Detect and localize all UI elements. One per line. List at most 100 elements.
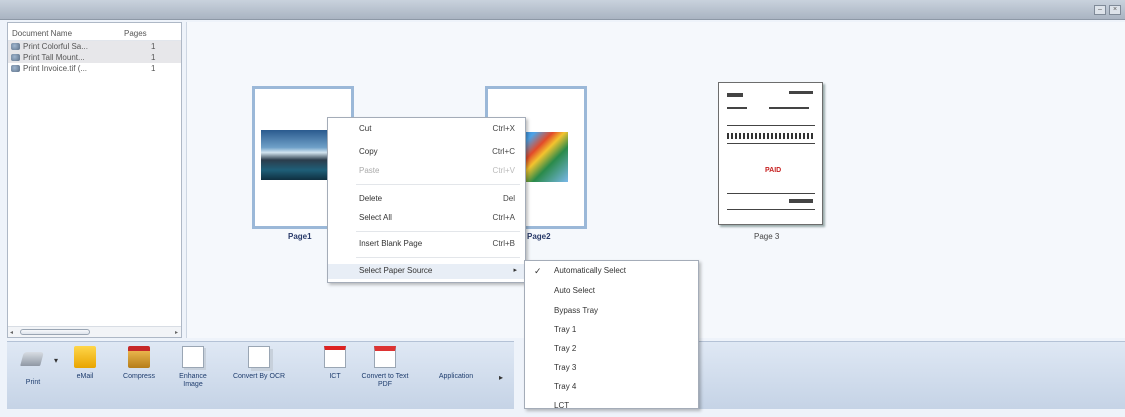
- invoice-rule: [727, 125, 815, 126]
- email-button[interactable]: eMail: [67, 346, 103, 381]
- document-row[interactable]: Print Tall Mount... 1: [8, 52, 181, 63]
- print-dropdown-arrow-icon[interactable]: ▾: [54, 356, 58, 365]
- paper-source-label: Automatically Select: [554, 266, 627, 275]
- ict-icon: [324, 346, 346, 368]
- page-label-1: Page1: [288, 232, 312, 241]
- scroll-right-arrow-icon[interactable]: ▸: [175, 329, 178, 336]
- paper-source-tray-1[interactable]: Tray 1: [525, 325, 698, 341]
- column-header-pages[interactable]: Pages: [124, 23, 147, 40]
- document-pages: 1: [151, 42, 156, 51]
- application-button[interactable]: Application: [427, 373, 485, 381]
- paper-source-automatically-select[interactable]: ✓ Automatically Select: [525, 266, 698, 282]
- page-label-2: Page2: [527, 232, 551, 241]
- page-context-menu: Cut Ctrl+X Copy Ctrl+C Paste Ctrl+V Dele…: [327, 117, 526, 283]
- menu-item-shortcut: Ctrl+C: [492, 147, 515, 156]
- menu-item-label: Select Paper Source: [359, 266, 433, 275]
- enhance-image-button-label: Enhance Image: [179, 373, 207, 388]
- document-pages: 1: [151, 53, 156, 62]
- document-name: Print Invoice.tif (...: [23, 64, 88, 73]
- convert-by-ocr-button[interactable]: Convert By OCR: [229, 346, 289, 381]
- document-list-panel: Document Name Pages Print Colorful Sa...…: [7, 22, 182, 338]
- column-header-document-name[interactable]: Document Name: [8, 23, 124, 40]
- checkmark-icon: ✓: [534, 266, 542, 276]
- menu-item-shortcut: Ctrl+X: [492, 124, 515, 133]
- document-name: Print Tall Mount...: [23, 53, 85, 62]
- invoice-header-line: [789, 91, 813, 94]
- menu-item-label: Delete: [359, 194, 383, 203]
- print-button[interactable]: Print: [13, 346, 53, 387]
- paper-source-submenu: ✓ Automatically Select Auto Select Bypas…: [524, 260, 699, 410]
- invoice-paid-stamp: PAID: [765, 167, 782, 174]
- enhance-image-icon: [182, 346, 204, 368]
- close-button[interactable]: ×: [1109, 5, 1121, 15]
- menu-item-shortcut: Ctrl+V: [492, 166, 515, 175]
- page-label-3: Page 3: [754, 232, 780, 241]
- paper-source-tray-2[interactable]: Tray 2: [525, 344, 698, 360]
- invoice-rule: [727, 143, 815, 144]
- paper-source-label: Tray 1: [554, 325, 577, 334]
- menu-item-select-paper-source[interactable]: Select Paper Source ▸: [328, 264, 525, 279]
- paper-source-lct[interactable]: LCT: [525, 401, 698, 417]
- horizontal-scrollbar[interactable]: ◂ ▸: [8, 326, 181, 337]
- menu-item-shortcut: Del: [502, 194, 515, 203]
- invoice-rule: [727, 209, 815, 210]
- ict-button-label: ICT: [329, 373, 341, 380]
- paper-source-tray-3[interactable]: Tray 3: [525, 363, 698, 379]
- document-list-header: Document Name Pages: [8, 23, 181, 41]
- invoice-text-line: [727, 107, 747, 109]
- menu-separator: [356, 257, 520, 258]
- paper-source-label: Bypass Tray: [554, 306, 599, 315]
- printer-icon: [20, 352, 44, 366]
- menu-item-shortcut: Ctrl+A: [492, 213, 515, 222]
- menu-item-label: Paste: [359, 166, 380, 175]
- window-controls: – ×: [1094, 5, 1121, 15]
- document-icon: [11, 54, 20, 61]
- document-name: Print Colorful Sa...: [23, 42, 88, 51]
- compress-icon: [128, 346, 150, 368]
- invoice-text-line: [769, 107, 809, 109]
- invoice-rule: [727, 193, 815, 194]
- email-icon: [74, 346, 96, 368]
- submenu-arrow-icon: ▸: [513, 267, 517, 274]
- lake-photo-image: [261, 130, 331, 180]
- menu-item-insert-blank-page[interactable]: Insert Blank Page Ctrl+B: [328, 239, 525, 253]
- convert-to-text-pdf-button[interactable]: Convert to Text PDF: [361, 346, 409, 389]
- menu-item-shortcut: Ctrl+B: [492, 239, 515, 248]
- menu-item-select-all[interactable]: Select All Ctrl+A: [328, 213, 525, 227]
- menu-item-label: Copy: [359, 147, 378, 156]
- title-bar: – ×: [0, 0, 1125, 20]
- paper-source-auto-select[interactable]: Auto Select: [525, 286, 698, 302]
- scrollbar-thumb[interactable]: [20, 329, 90, 335]
- application-button-label: Application: [438, 373, 474, 380]
- document-pages: 1: [151, 64, 156, 73]
- invoice-barcode: [727, 133, 815, 139]
- text-pdf-icon: [374, 346, 396, 368]
- paper-source-tray-4[interactable]: Tray 4: [525, 382, 698, 398]
- menu-item-delete[interactable]: Delete Del: [328, 194, 525, 208]
- document-icon: [11, 43, 20, 50]
- ict-button[interactable]: ICT: [323, 346, 347, 381]
- enhance-image-button[interactable]: Enhance Image: [173, 346, 213, 389]
- menu-separator: [356, 231, 520, 232]
- print-button-label: Print: [25, 379, 41, 386]
- menu-item-copy[interactable]: Copy Ctrl+C: [328, 147, 525, 161]
- compress-button[interactable]: Compress: [117, 346, 161, 381]
- document-icon: [11, 65, 20, 72]
- document-row[interactable]: Print Colorful Sa... 1: [8, 41, 181, 52]
- convert-by-ocr-button-label: Convert By OCR: [232, 373, 286, 380]
- paper-source-bypass-tray[interactable]: Bypass Tray: [525, 306, 698, 322]
- email-button-label: eMail: [76, 373, 94, 380]
- bottom-toolbar: Print ▾ eMail Compress Enhance Image Con…: [7, 341, 514, 409]
- page-thumbnail-3[interactable]: PAID: [718, 82, 823, 225]
- menu-item-label: Cut: [359, 124, 372, 133]
- paper-source-label: Auto Select: [554, 286, 595, 295]
- scroll-left-arrow-icon[interactable]: ◂: [10, 329, 13, 336]
- menu-item-paste: Paste Ctrl+V: [328, 166, 525, 180]
- toolbar-more-arrow-icon[interactable]: ▸: [499, 373, 503, 382]
- menu-item-cut[interactable]: Cut Ctrl+X: [328, 124, 525, 138]
- paper-source-label: Tray 3: [554, 363, 577, 372]
- minimize-button[interactable]: –: [1094, 5, 1106, 15]
- document-row[interactable]: Print Invoice.tif (... 1: [8, 63, 181, 74]
- invoice-total-line: [789, 199, 813, 203]
- compress-button-label: Compress: [123, 373, 155, 380]
